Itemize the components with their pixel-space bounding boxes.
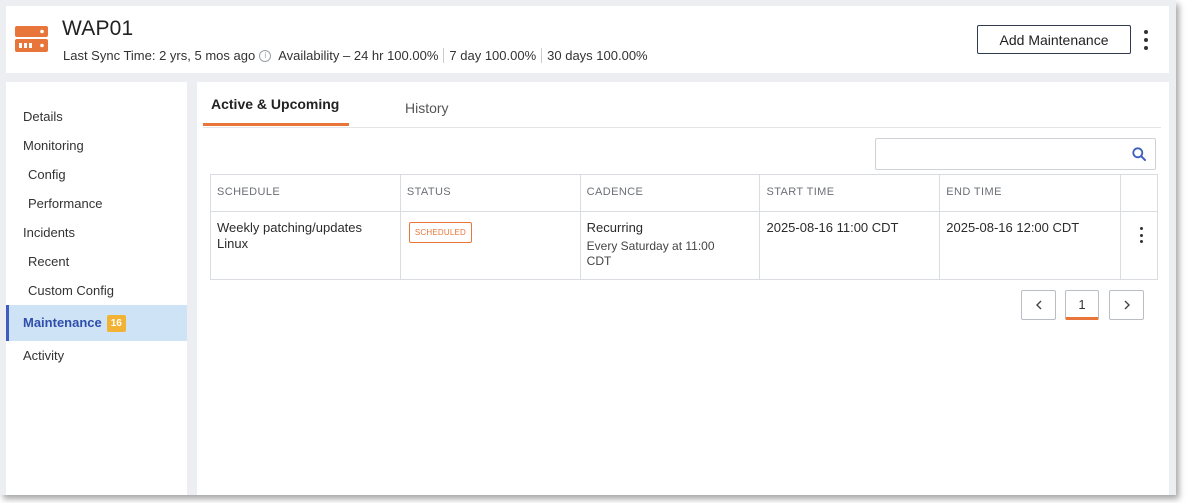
tab-history[interactable]: History [405,100,449,116]
sidebar-item-config[interactable]: Config [6,165,187,185]
column-header-end-time[interactable]: END TIME [939,174,1121,212]
next-page-button[interactable] [1109,290,1144,320]
more-options-icon[interactable] [1140,28,1152,52]
sidebar: Details Monitoring Config Performance In… [6,82,187,495]
sidebar-item-label: Maintenance [23,315,102,330]
chevron-left-icon [1035,300,1041,310]
search-input[interactable] [876,139,1155,169]
maintenance-table: SCHEDULE STATUS CADENCE START TIME END T… [210,174,1158,280]
main-panel: Active & Upcoming History SCHEDULE STATU… [197,82,1169,495]
schedule-name: Weekly patching/updates Linux [217,220,363,251]
active-tab-indicator [203,123,349,126]
cell-status: SCHEDULED [399,211,581,280]
table-header-row: SCHEDULE STATUS CADENCE START TIME END T… [210,174,1158,212]
sidebar-item-maintenance[interactable]: Maintenance 16 [6,305,187,341]
separator [443,48,445,63]
separator [541,48,543,63]
sidebar-item-recent[interactable]: Recent [6,252,187,272]
cadence-type: Recurring [586,220,644,235]
sidebar-item-custom-config[interactable]: Custom Config [6,281,187,301]
table-row[interactable]: Weekly patching/updates Linux SCHEDULED … [210,211,1158,280]
column-header-schedule[interactable]: SCHEDULE [210,174,401,212]
info-icon[interactable]: i [259,49,272,62]
app-frame: WAP01 Last Sync Time: 2 yrs, 5 mos ago i… [0,0,1176,495]
prev-page-button[interactable] [1021,290,1056,320]
page-button-current[interactable]: 1 [1065,290,1099,320]
column-header-cadence[interactable]: CADENCE [579,174,761,212]
sidebar-item-performance[interactable]: Performance [6,194,187,214]
cell-cadence: Recurring Every Saturday at 11:00 CDT [579,211,761,280]
sidebar-item-details[interactable]: Details [6,107,187,127]
row-actions-icon[interactable] [1140,227,1144,243]
availability-7day: 7 day 100.00% [449,48,537,63]
cell-actions [1120,211,1158,280]
column-header-status[interactable]: STATUS [399,174,581,212]
page-header: WAP01 Last Sync Time: 2 yrs, 5 mos ago i… [6,6,1169,73]
column-header-actions [1120,174,1158,212]
column-header-start-time[interactable]: START TIME [759,174,941,212]
last-sync-text: Last Sync Time: 2 yrs, 5 mos ago [63,48,256,63]
chevron-right-icon [1124,300,1130,310]
server-icon [15,26,48,52]
search-box [875,138,1156,170]
cell-schedule: Weekly patching/updates Linux [210,211,401,280]
add-maintenance-button[interactable]: Add Maintenance [977,25,1131,54]
maintenance-count-badge: 16 [106,315,126,333]
page-title: WAP01 [62,17,134,40]
tab-divider [203,127,1161,128]
tab-active-upcoming[interactable]: Active & Upcoming [211,96,339,112]
sidebar-item-activity[interactable]: Activity [6,346,187,366]
cadence-detail: Every Saturday at 11:00 CDT [586,239,715,268]
status-badge: SCHEDULED [408,222,473,243]
sidebar-item-incidents[interactable]: Incidents [6,223,187,243]
device-meta: Last Sync Time: 2 yrs, 5 mos ago i Avail… [63,48,648,63]
cell-end-time: 2025-08-16 12:00 CDT [939,211,1121,280]
sidebar-item-monitoring[interactable]: Monitoring [6,136,187,156]
cell-start-time: 2025-08-16 11:00 CDT [759,211,941,280]
search-icon[interactable] [1132,147,1146,161]
availability-24hr: Availability – 24 hr 100.00% [278,48,439,63]
availability-30day: 30 days 100.00% [547,48,648,63]
